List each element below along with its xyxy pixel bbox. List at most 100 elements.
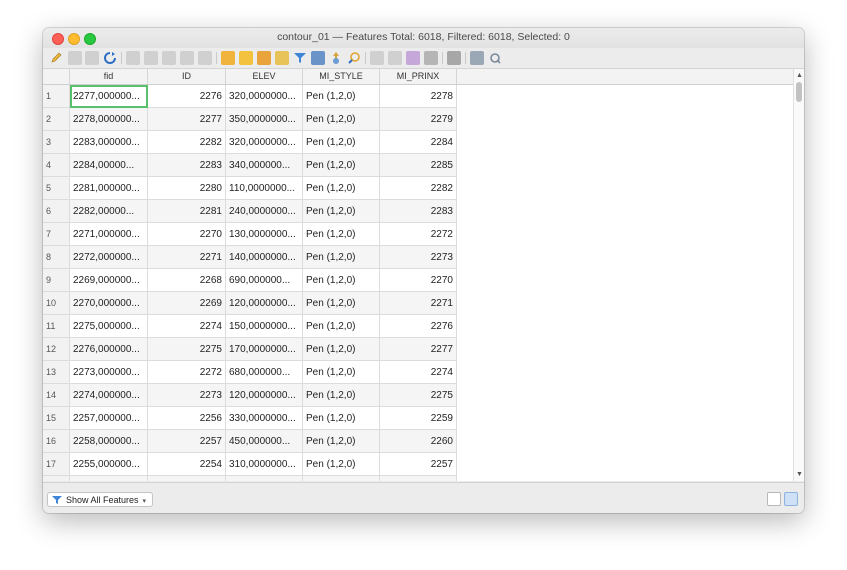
cell-mi-style[interactable]: Pen (1,2,0) xyxy=(303,223,380,246)
table-row[interactable]: 11 2275,000000... 2274 150,0000000... Pen (1… xyxy=(43,315,457,338)
cell-id[interactable]: 2282 xyxy=(148,131,226,154)
row-number[interactable]: 18 xyxy=(43,476,70,481)
cell-mi-prinx[interactable]: 2275 xyxy=(380,384,457,407)
corner-header[interactable] xyxy=(43,69,70,84)
cell-mi-prinx[interactable]: 2259 xyxy=(380,407,457,430)
paste-icon[interactable] xyxy=(198,51,212,65)
cell-elev[interactable]: 350,0000000... xyxy=(226,108,303,131)
cell-id[interactable]: 2256 xyxy=(148,407,226,430)
cell-mi-style[interactable]: Pen (1,2,0) xyxy=(303,269,380,292)
cell-fid[interactable]: 2278,000000... xyxy=(70,108,148,131)
row-number[interactable]: 3 xyxy=(43,131,70,154)
reload-icon[interactable] xyxy=(103,51,117,65)
cell-id[interactable]: 2273 xyxy=(148,384,226,407)
edit-pencil-icon[interactable] xyxy=(49,51,63,65)
cell-mi-prinx[interactable]: 2279 xyxy=(380,108,457,131)
cell-mi-prinx[interactable]: 2257 xyxy=(380,453,457,476)
cell-elev[interactable]: 340,000000... xyxy=(226,154,303,177)
cell-fid[interactable]: 2255,000000... xyxy=(70,453,148,476)
filter-selection-icon[interactable] xyxy=(293,51,307,65)
cell-mi-prinx[interactable]: 2273 xyxy=(380,246,457,269)
table-row[interactable]: 15 2257,000000... 2256 330,0000000... Pen (1… xyxy=(43,407,457,430)
cell-elev[interactable]: 310,0000000... xyxy=(226,453,303,476)
cell-mi-style[interactable]: Pen (1,2,0) xyxy=(303,430,380,453)
table-row[interactable]: 2 2278,000000... 2277 350,0000000... Pen (1,… xyxy=(43,108,457,131)
cell-fid[interactable]: 2270,000000... xyxy=(70,292,148,315)
cell-fid[interactable]: 2274,000000... xyxy=(70,384,148,407)
cell-mi-prinx[interactable]: 2282 xyxy=(380,177,457,200)
cell-mi-style[interactable]: Pen (1,2,0) xyxy=(303,338,380,361)
cell-elev[interactable]: 450,000000... xyxy=(226,430,303,453)
conditional-format-icon[interactable] xyxy=(424,51,438,65)
cell-fid[interactable]: 2283,000000... xyxy=(70,131,148,154)
expression-select-icon[interactable] xyxy=(221,51,235,65)
table-row[interactable]: 7 2271,000000... 2270 130,0000000... Pen (1,… xyxy=(43,223,457,246)
row-number[interactable]: 15 xyxy=(43,407,70,430)
cell-mi-prinx[interactable]: 2271 xyxy=(380,292,457,315)
cell-elev[interactable]: 150,0000000... xyxy=(226,315,303,338)
cell-mi-style[interactable]: Pen (1,2,0) xyxy=(303,177,380,200)
cell-id[interactable]: 2281 xyxy=(148,200,226,223)
table-row[interactable]: 1 2277,000000... 2276 320,0000000... Pen (1,… xyxy=(43,85,457,108)
multi-edit-icon[interactable] xyxy=(68,51,82,65)
table-row[interactable]: 6 2282,00000... 2281 240,0000000... Pen (1,2… xyxy=(43,200,457,223)
cell-mi-prinx[interactable]: 2272 xyxy=(380,223,457,246)
cell-id[interactable]: 2275 xyxy=(148,338,226,361)
row-number[interactable]: 6 xyxy=(43,200,70,223)
row-number[interactable]: 17 xyxy=(43,453,70,476)
cell-fid[interactable]: 2257,000000... xyxy=(70,407,148,430)
row-number[interactable]: 8 xyxy=(43,246,70,269)
zoom-to-selection-icon[interactable] xyxy=(347,51,361,65)
table-view-toggle-icon[interactable] xyxy=(784,492,798,506)
cell-id[interactable]: 2257 xyxy=(148,430,226,453)
delete-field-icon[interactable] xyxy=(388,51,402,65)
row-number[interactable]: 10 xyxy=(43,292,70,315)
column-header-elev[interactable]: ELEV xyxy=(226,69,303,84)
show-all-features-button[interactable]: Show All Features ▾ xyxy=(47,492,154,507)
scroll-down-icon[interactable]: ▼ xyxy=(795,470,804,479)
table-row[interactable]: 13 2273,000000... 2272 680,000000... Pen (1,… xyxy=(43,361,457,384)
select-all-icon[interactable] xyxy=(239,51,253,65)
cell-mi-style[interactable]: Pen (1,2,0) xyxy=(303,246,380,269)
cell-fid[interactable]: 2256,000000... xyxy=(70,476,148,481)
cell-elev[interactable]: 130,0000000... xyxy=(226,223,303,246)
cell-mi-prinx[interactable]: 2274 xyxy=(380,361,457,384)
cell-mi-prinx[interactable]: 2276 xyxy=(380,315,457,338)
table-row[interactable]: 9 2269,000000... 2268 690,000000... Pen (1,2… xyxy=(43,269,457,292)
table-row[interactable]: 3 2283,000000... 2282 320,0000000... Pen (1,… xyxy=(43,131,457,154)
cell-mi-prinx[interactable]: 2260 xyxy=(380,430,457,453)
cell-fid[interactable]: 2276,000000... xyxy=(70,338,148,361)
cell-fid[interactable]: 2273,000000... xyxy=(70,361,148,384)
cell-mi-style[interactable]: Pen (1,2,0) xyxy=(303,200,380,223)
cell-id[interactable]: 2280 xyxy=(148,177,226,200)
pan-to-selection-icon[interactable] xyxy=(329,51,343,65)
scrollbar-thumb[interactable] xyxy=(796,82,802,102)
cell-fid[interactable]: 2277,000000... xyxy=(70,85,148,108)
row-number[interactable]: 14 xyxy=(43,384,70,407)
cell-elev[interactable]: 320,0000000... xyxy=(226,131,303,154)
cell-mi-style[interactable]: Pen (1,2,0) xyxy=(303,476,380,481)
cell-elev[interactable]: 240,0000000... xyxy=(226,200,303,223)
cell-mi-prinx[interactable]: 2283 xyxy=(380,200,457,223)
cell-id[interactable]: 2276 xyxy=(148,85,226,108)
table-row[interactable]: 12 2276,000000... 2275 170,0000000... Pen (1… xyxy=(43,338,457,361)
cell-mi-style[interactable]: Pen (1,2,0) xyxy=(303,154,380,177)
cell-fid[interactable]: 2269,000000... xyxy=(70,269,148,292)
row-number[interactable]: 16 xyxy=(43,430,70,453)
row-number[interactable]: 7 xyxy=(43,223,70,246)
row-number[interactable]: 2 xyxy=(43,108,70,131)
row-number[interactable]: 5 xyxy=(43,177,70,200)
cell-id[interactable]: 2271 xyxy=(148,246,226,269)
deselect-all-icon[interactable] xyxy=(275,51,289,65)
copy-icon[interactable] xyxy=(180,51,194,65)
cell-elev[interactable]: 680,000000... xyxy=(226,361,303,384)
table-row[interactable]: 5 2281,000000... 2280 110,0000000... Pen (1,… xyxy=(43,177,457,200)
cell-id[interactable]: 2277 xyxy=(148,108,226,131)
table-row[interactable]: 10 2270,000000... 2269 120,0000000... Pen (1… xyxy=(43,292,457,315)
cell-fid[interactable]: 2284,00000... xyxy=(70,154,148,177)
cell-mi-prinx[interactable]: 2278 xyxy=(380,85,457,108)
cell-id[interactable]: 2255 xyxy=(148,476,226,481)
cell-elev[interactable]: 330,0000000... xyxy=(226,476,303,481)
row-number[interactable]: 4 xyxy=(43,154,70,177)
delete-icon[interactable] xyxy=(144,51,158,65)
